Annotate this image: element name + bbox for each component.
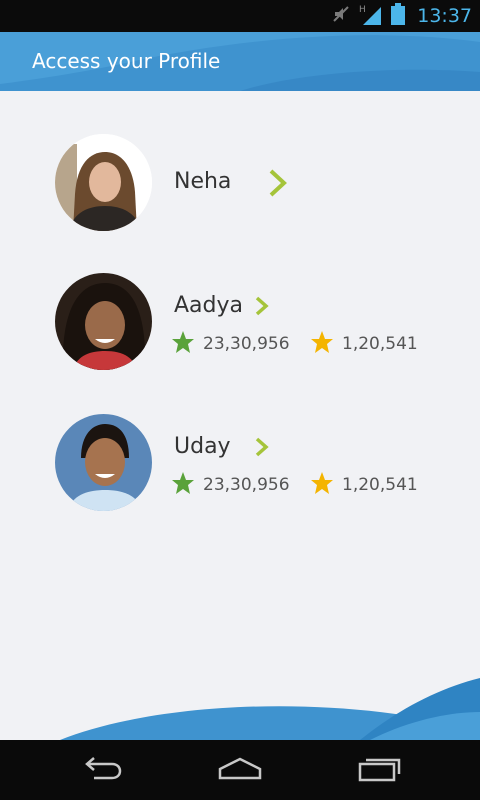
home-icon[interactable] <box>216 756 264 786</box>
points-stat: 23,30,956 <box>171 330 290 358</box>
chevron-right-icon[interactable] <box>267 168 289 202</box>
mute-icon <box>331 4 351 28</box>
gold-star-icon <box>310 330 334 358</box>
status-bar: H 13:37 <box>0 0 480 32</box>
back-button[interactable] <box>70 756 130 786</box>
chevron-right-icon[interactable] <box>253 436 271 462</box>
coins-stat: 1,20,541 <box>310 330 418 358</box>
navigation-bar <box>0 740 480 800</box>
profile-item-aadya[interactable]: Aadya 23,30,956 1,20,541 <box>55 273 435 373</box>
svg-text:H: H <box>359 5 366 15</box>
avatar <box>55 273 152 370</box>
coins-value: 1,20,541 <box>342 334 418 354</box>
profile-name: Neha <box>174 169 232 194</box>
avatar <box>55 414 152 511</box>
points-value: 23,30,956 <box>203 475 290 495</box>
recent-apps-button[interactable] <box>350 756 410 786</box>
points-stat: 23,30,956 <box>171 471 290 499</box>
signal-h-icon: H <box>359 3 383 29</box>
green-star-icon <box>171 330 195 358</box>
profile-name: Aadya <box>174 293 243 318</box>
status-time: 13:37 <box>417 5 472 27</box>
battery-icon <box>391 3 406 29</box>
coins-stat: 1,20,541 <box>310 471 418 499</box>
coins-value: 1,20,541 <box>342 475 418 495</box>
app-header: Access your Profile <box>0 32 480 91</box>
green-star-icon <box>171 471 195 499</box>
footer-wave <box>60 678 480 740</box>
gold-star-icon <box>310 471 334 499</box>
page-title: Access your Profile <box>32 49 221 73</box>
profile-item-uday[interactable]: Uday 23,30,956 1,20,541 <box>55 414 435 514</box>
points-value: 23,30,956 <box>203 334 290 354</box>
chevron-right-icon[interactable] <box>253 295 271 321</box>
back-icon[interactable] <box>78 756 122 786</box>
home-button[interactable] <box>210 756 270 786</box>
status-icons: H 13:37 <box>331 0 472 32</box>
recent-apps-icon[interactable] <box>357 756 403 786</box>
profile-item-neha[interactable]: Neha <box>55 134 435 234</box>
avatar <box>55 134 152 231</box>
profile-name: Uday <box>174 434 231 459</box>
